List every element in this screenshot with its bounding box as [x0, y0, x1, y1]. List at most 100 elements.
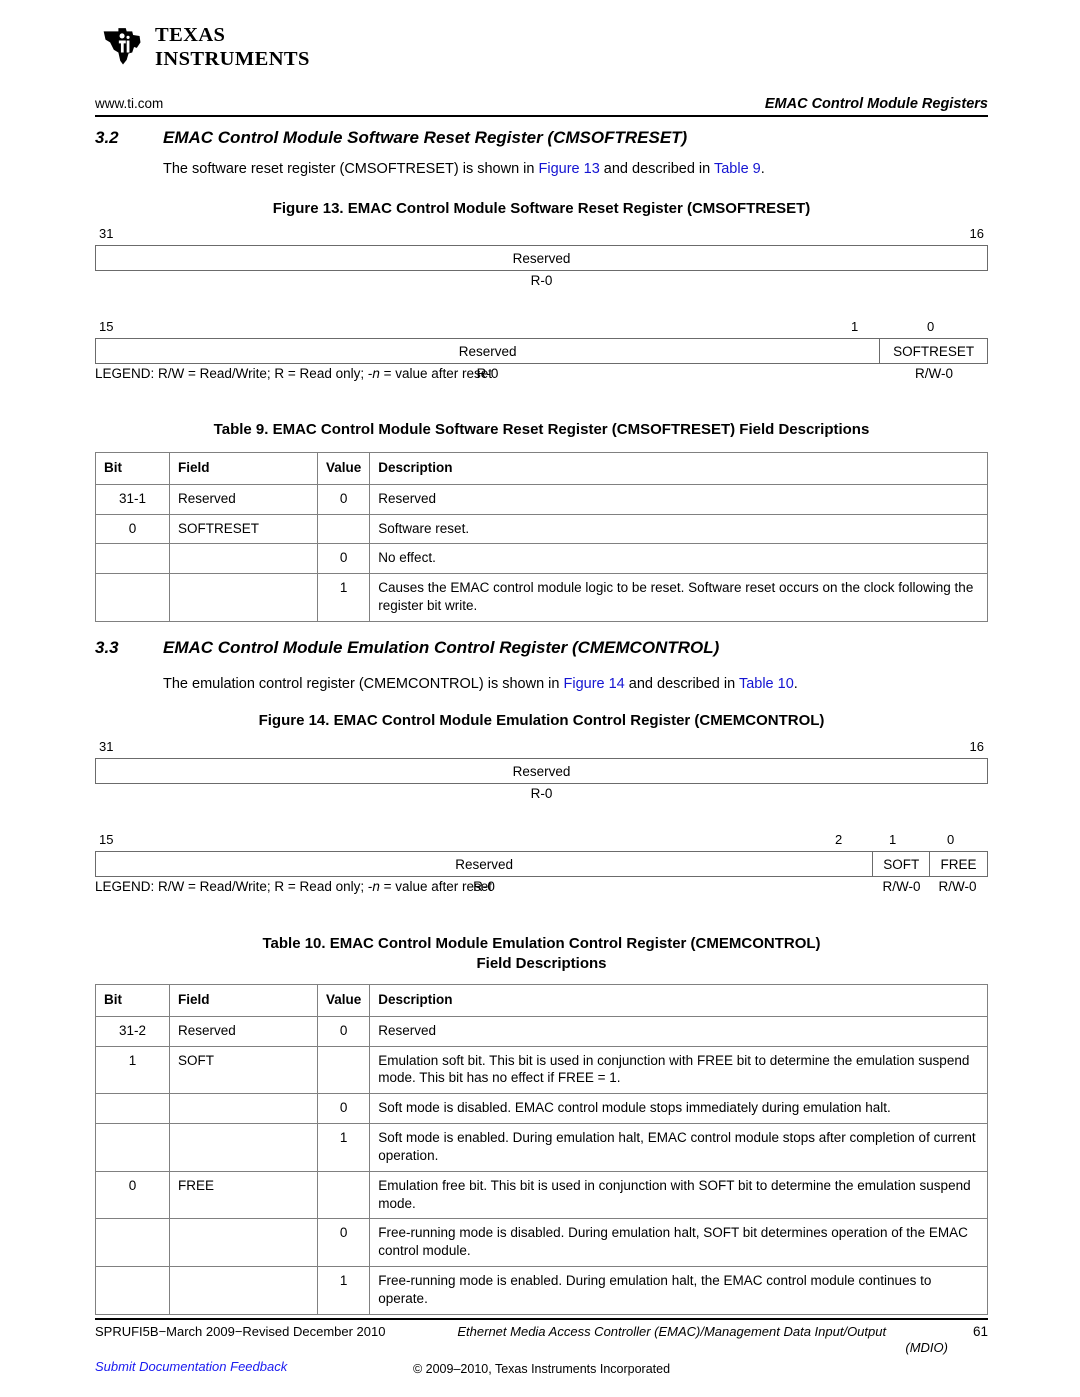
- figure-14-caption: Figure 14. EMAC Control Module Emulation…: [258, 712, 825, 729]
- table-9-link[interactable]: Table 9: [714, 161, 761, 177]
- bit-number-0: 0: [947, 832, 955, 847]
- register-field-softreset: SOFTRESET: [879, 339, 987, 363]
- table-10-caption-line1: Table 10. EMAC Control Module Emulation …: [262, 935, 821, 952]
- ti-website-link[interactable]: www.ti.com: [95, 96, 163, 111]
- cell-bit: [95, 1218, 170, 1267]
- legend-text-post: = value after reset: [379, 366, 493, 381]
- legend-text-pre: LEGEND: R/W = Read/Write; R = Read only;…: [95, 366, 373, 381]
- legend-text-pre: LEGEND: R/W = Read/Write; R = Read only;…: [95, 879, 373, 894]
- column-header-bit: Bit: [95, 452, 170, 485]
- figure-13-legend: LEGEND: R/W = Read/Write; R = Read only;…: [95, 366, 492, 381]
- document-id: SPRUFI5B−March 2009−Revised December 201…: [95, 1324, 386, 1339]
- legend-text-post: = value after reset: [379, 879, 493, 894]
- figure-13-row2: Reserved SOFTRESET: [95, 338, 988, 364]
- figure-13-row1: Reserved: [95, 245, 988, 271]
- table-row: 0 No effect.: [95, 543, 988, 575]
- intro-text-post: .: [760, 161, 765, 177]
- table-9: Bit Field Value Description 31-1 Reserve…: [95, 452, 988, 622]
- table-row: 1 Soft mode is enabled. During emulation…: [95, 1123, 988, 1172]
- column-header-description: Description: [369, 452, 988, 485]
- table-10: Bit Field Value Description 31-2 Reserve…: [95, 984, 988, 1315]
- cell-field: [169, 1218, 318, 1267]
- logo-text-instruments: INSTRUMENTS: [155, 47, 310, 70]
- section-title: EMAC Control Module Emulation Control Re…: [163, 638, 720, 657]
- figure-14-legend: LEGEND: R/W = Read/Write; R = Read only;…: [95, 879, 492, 894]
- section-title: EMAC Control Module Software Reset Regis…: [163, 128, 688, 147]
- cell-description: Software reset.: [369, 513, 988, 545]
- table-row: 1 SOFT Emulation soft bit. This bit is u…: [95, 1045, 988, 1095]
- register-field-reserved: Reserved: [512, 763, 571, 779]
- cell-field: SOFT: [169, 1045, 318, 1095]
- document-title-text: Ethernet Media Access Controller (EMAC)/…: [457, 1324, 887, 1339]
- cell-value: 1: [316, 1123, 371, 1172]
- texas-instruments-logo-icon: [103, 28, 141, 65]
- document-title: Ethernet Media Access Controller (EMAC)/…: [385, 1324, 958, 1357]
- intro-text-mid: and described in: [599, 161, 714, 177]
- table-row: 0 Free-running mode is disabled. During …: [95, 1218, 988, 1267]
- cell-value: 0: [316, 483, 371, 515]
- register-field-free: FREE: [929, 852, 987, 876]
- cell-description: Reserved: [369, 483, 988, 515]
- cell-description: Free-running mode is disabled. During em…: [369, 1218, 988, 1267]
- cell-description: Causes the EMAC control module logic to …: [369, 573, 988, 622]
- cell-field: Reserved: [169, 1015, 318, 1047]
- cell-bit: 1: [95, 1045, 170, 1095]
- document-title-continuation: (MDIO): [905, 1340, 948, 1356]
- cell-bit: [95, 1123, 170, 1172]
- running-head: EMAC Control Module Registers: [764, 96, 988, 112]
- datasheet-page: TEXAS INSTRUMENTS www.ti.com EMAC Contro…: [0, 0, 1080, 1397]
- bit-number-right: 16: [969, 226, 984, 241]
- intro-text-pre: The emulation control register (CMEMCONT…: [163, 676, 564, 692]
- cell-description: Free-running mode is enabled. During emu…: [369, 1265, 988, 1315]
- section-number: 3.3: [95, 638, 119, 657]
- cell-value: 0: [316, 1093, 371, 1125]
- figure-13-row1-access: R-0: [95, 273, 988, 295]
- figure-13-link[interactable]: Figure 13: [539, 161, 600, 177]
- bit-number-left: 31: [99, 226, 114, 241]
- cell-value: [316, 1170, 371, 1220]
- cell-value: [316, 1045, 371, 1095]
- access-type-softreset: R/W-0: [914, 366, 953, 381]
- section-intro-3-2: The software reset register (CMSOFTRESET…: [163, 160, 988, 180]
- section-number: 3.2: [95, 128, 119, 147]
- figure-14-register-diagram: 31 16 Reserved R-0 15 2 1 0 Reserved SOF…: [95, 739, 988, 901]
- figure-14-row1-bitnumbers: 31 16: [95, 739, 988, 758]
- table-row: 31-2 Reserved 0 Reserved: [95, 1015, 988, 1047]
- figure-13-caption: Figure 13. EMAC Control Module Software …: [272, 200, 811, 217]
- table-header-row: Bit Field Value Description: [95, 452, 988, 485]
- access-type-reserved: R-0: [530, 273, 553, 288]
- figure-14-link[interactable]: Figure 14: [563, 676, 624, 692]
- section-heading-3-2: 3.2 EMAC Control Module Software Reset R…: [95, 128, 988, 148]
- bit-number-right: 16: [969, 739, 984, 754]
- figure-13-row1-bitnumbers: 31 16: [95, 226, 988, 245]
- cell-description: No effect.: [369, 543, 988, 575]
- figure-14-row2-bitnumbers: 15 2 1 0: [95, 832, 988, 851]
- cell-bit: 0: [95, 1170, 170, 1220]
- legend-text-italic: n: [372, 366, 380, 381]
- table-header-row: Bit Field Value Description: [95, 984, 988, 1017]
- table-10-link[interactable]: Table 10: [739, 676, 794, 692]
- cell-value: 1: [316, 573, 371, 622]
- copyright-notice: © 2009–2010, Texas Instruments Incorpora…: [412, 1362, 671, 1376]
- register-field-reserved: Reserved: [458, 343, 517, 359]
- section-intro-3-3: The emulation control register (CMEMCONT…: [163, 675, 988, 695]
- cell-field: [169, 1093, 318, 1125]
- cell-description: Soft mode is disabled. EMAC control modu…: [369, 1093, 988, 1125]
- cell-bit: 31-2: [95, 1015, 170, 1047]
- column-header-value: Value: [316, 452, 371, 485]
- cell-bit: [95, 543, 170, 575]
- cell-bit: [95, 1265, 170, 1315]
- column-header-field: Field: [169, 984, 318, 1017]
- logo-text-texas: TEXAS: [155, 24, 226, 46]
- register-field-soft: SOFT: [872, 852, 929, 876]
- section-heading-3-3: 3.3 EMAC Control Module Emulation Contro…: [95, 638, 988, 658]
- legend-text-italic: n: [372, 879, 380, 894]
- table-row: 1 Free-running mode is enabled. During e…: [95, 1265, 988, 1315]
- intro-text-post: .: [793, 676, 798, 692]
- table-row: 31-1 Reserved 0 Reserved: [95, 483, 988, 515]
- cell-field: [169, 573, 318, 622]
- cell-field: FREE: [169, 1170, 318, 1220]
- table-row: 0 Soft mode is disabled. EMAC control mo…: [95, 1093, 988, 1125]
- cell-description: Emulation soft bit. This bit is used in …: [369, 1045, 988, 1095]
- figure-13-register-diagram: 31 16 Reserved R-0 15 1 0 Reserved SOFTR…: [95, 226, 988, 388]
